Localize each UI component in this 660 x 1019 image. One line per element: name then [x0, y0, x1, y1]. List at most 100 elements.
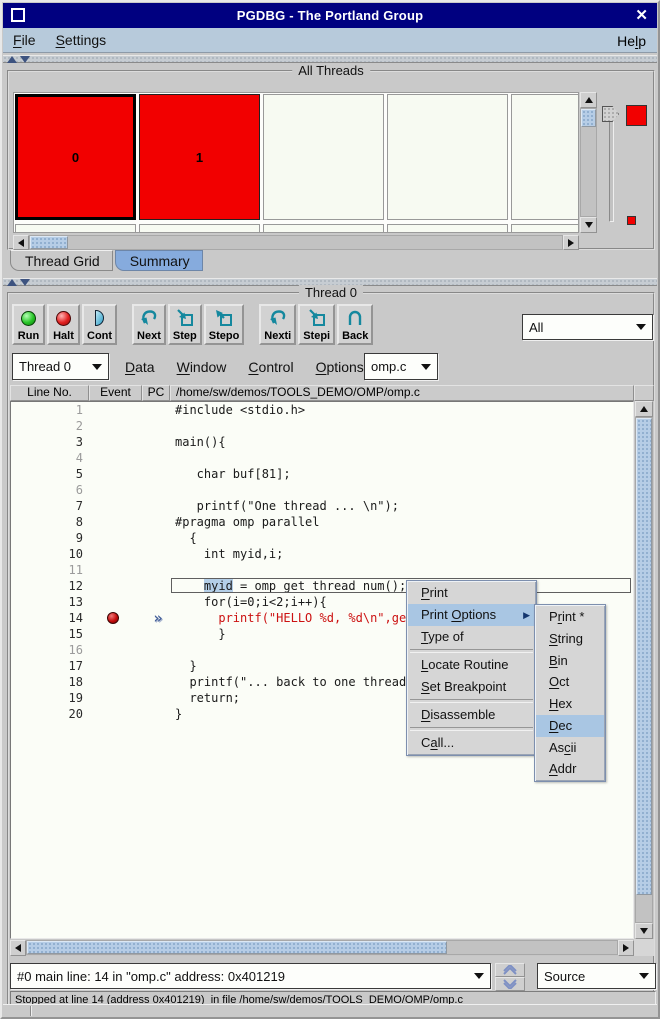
- submenu-item[interactable]: Oct: [536, 671, 604, 693]
- scope-select[interactable]: All: [522, 314, 653, 340]
- scroll-right-icon[interactable]: [618, 940, 634, 956]
- grid-horizontal-scrollbar[interactable]: [13, 235, 579, 250]
- stepi-button[interactable]: Stepi: [298, 304, 335, 345]
- thread-cell[interactable]: 1: [139, 94, 260, 220]
- event-cell[interactable]: [83, 402, 143, 418]
- line-number[interactable]: 13: [11, 594, 83, 610]
- event-cell[interactable]: [83, 546, 143, 562]
- code-text[interactable]: myid = omp_get_thread_num();: [173, 578, 633, 594]
- code-text[interactable]: printf("One thread ... \n");: [173, 498, 633, 514]
- line-number[interactable]: 7: [11, 498, 83, 514]
- next-button[interactable]: Next: [132, 304, 166, 345]
- halt-button[interactable]: Halt: [47, 304, 80, 345]
- event-cell[interactable]: [83, 498, 143, 514]
- scroll-down-icon[interactable]: [635, 923, 653, 939]
- line-number[interactable]: 4: [11, 450, 83, 466]
- code-text[interactable]: #include <stdio.h>: [173, 402, 633, 418]
- line-number[interactable]: 14: [11, 610, 83, 626]
- submenu-item[interactable]: Hex: [536, 693, 604, 715]
- scroll-left-icon[interactable]: [13, 235, 29, 250]
- event-cell[interactable]: [83, 674, 143, 690]
- context-menu-item[interactable]: [410, 699, 533, 703]
- scrollbar-thumb[interactable]: [30, 236, 68, 249]
- window-menu-icon[interactable]: [11, 8, 25, 22]
- event-cell[interactable]: [83, 658, 143, 674]
- splitter-handle[interactable]: [3, 55, 657, 63]
- run-button[interactable]: Run: [12, 304, 45, 345]
- code-text[interactable]: [173, 450, 633, 466]
- view-mode-select[interactable]: Source: [537, 963, 656, 989]
- collapse-up-icon[interactable]: [7, 56, 17, 63]
- context-menu-item[interactable]: Call...: [408, 732, 535, 754]
- code-text[interactable]: char buf[81];: [173, 466, 633, 482]
- column-header-line[interactable]: Line No.: [10, 385, 89, 401]
- column-header-event[interactable]: Event: [89, 385, 142, 401]
- file-select[interactable]: omp.c: [364, 353, 438, 380]
- collapse-down-icon[interactable]: [20, 279, 30, 286]
- tab[interactable]: Thread Grid: [10, 250, 113, 271]
- menu-item[interactable]: Settings: [46, 30, 117, 50]
- grid-vertical-scrollbar[interactable]: [580, 92, 597, 233]
- code-text[interactable]: int myid,i;: [173, 546, 633, 562]
- stepo-button[interactable]: Stepo: [204, 304, 245, 345]
- scrollbar-thumb[interactable]: [27, 941, 447, 954]
- line-number[interactable]: 17: [11, 658, 83, 674]
- source-vertical-scrollbar[interactable]: [634, 401, 654, 939]
- code-text[interactable]: #pragma omp parallel: [173, 514, 633, 530]
- selected-token[interactable]: myid: [204, 579, 233, 593]
- cont-button[interactable]: Cont: [82, 304, 117, 345]
- scrollbar-thumb[interactable]: [636, 418, 652, 895]
- thread-cell[interactable]: [511, 94, 579, 220]
- scroll-up-icon[interactable]: [580, 92, 597, 108]
- thread-cell[interactable]: 0: [15, 94, 136, 220]
- source-line[interactable]: 9 {: [11, 530, 633, 546]
- line-number[interactable]: 12: [11, 578, 83, 594]
- event-cell[interactable]: [83, 514, 143, 530]
- close-icon[interactable]: ✕: [635, 6, 648, 24]
- frame-select[interactable]: #0 main line: 14 in "omp.c" address: 0x4…: [10, 963, 491, 989]
- panel-menu-item[interactable]: Control: [237, 355, 304, 379]
- event-cell[interactable]: [83, 562, 143, 578]
- line-number[interactable]: 20: [11, 706, 83, 722]
- scroll-down-icon[interactable]: [580, 217, 597, 233]
- context-menu-item[interactable]: Print: [408, 582, 535, 604]
- scrollbar-thumb[interactable]: [581, 109, 596, 127]
- breakpoint-icon[interactable]: [107, 612, 119, 624]
- code-text[interactable]: [173, 482, 633, 498]
- line-number[interactable]: 5: [11, 466, 83, 482]
- line-number[interactable]: 9: [11, 530, 83, 546]
- thread-cell[interactable]: [387, 94, 508, 220]
- collapse-down-icon[interactable]: [20, 56, 30, 63]
- column-header-path[interactable]: /home/sw/demos/TOOLS_DEMO/OMP/omp.c: [170, 385, 634, 401]
- line-number[interactable]: 11: [11, 562, 83, 578]
- line-number[interactable]: 6: [11, 482, 83, 498]
- nexti-button[interactable]: Nexti: [259, 304, 296, 345]
- panel-menu-item[interactable]: Data: [114, 355, 166, 379]
- column-header-pc[interactable]: PC: [142, 385, 170, 401]
- event-cell[interactable]: [83, 578, 143, 594]
- frame-up-button[interactable]: [495, 963, 525, 977]
- line-number[interactable]: 10: [11, 546, 83, 562]
- source-line[interactable]: 12 myid = omp_get_thread_num();: [11, 578, 633, 594]
- event-cell[interactable]: [83, 418, 143, 434]
- source-line[interactable]: 3 main(){: [11, 434, 633, 450]
- source-horizontal-scrollbar[interactable]: [10, 939, 634, 956]
- line-number[interactable]: 18: [11, 674, 83, 690]
- event-cell[interactable]: [83, 706, 143, 722]
- context-menu-item[interactable]: Print Options: [408, 604, 535, 626]
- event-cell[interactable]: [83, 610, 143, 626]
- source-line[interactable]: 2: [11, 418, 633, 434]
- source-line[interactable]: 10 int myid,i;: [11, 546, 633, 562]
- submenu-item[interactable]: Ascii: [536, 737, 604, 759]
- source-line[interactable]: 1 #include <stdio.h>: [11, 402, 633, 418]
- event-cell[interactable]: [83, 530, 143, 546]
- context-menu-item[interactable]: Disassemble: [408, 704, 535, 726]
- menu-item-help[interactable]: Help: [611, 31, 652, 51]
- source-line[interactable]: 6: [11, 482, 633, 498]
- code-text[interactable]: [173, 418, 633, 434]
- event-cell[interactable]: [83, 642, 143, 658]
- scroll-up-icon[interactable]: [635, 401, 653, 417]
- line-number[interactable]: 1: [11, 402, 83, 418]
- source-line[interactable]: 4: [11, 450, 633, 466]
- submenu-item[interactable]: Addr: [536, 758, 604, 780]
